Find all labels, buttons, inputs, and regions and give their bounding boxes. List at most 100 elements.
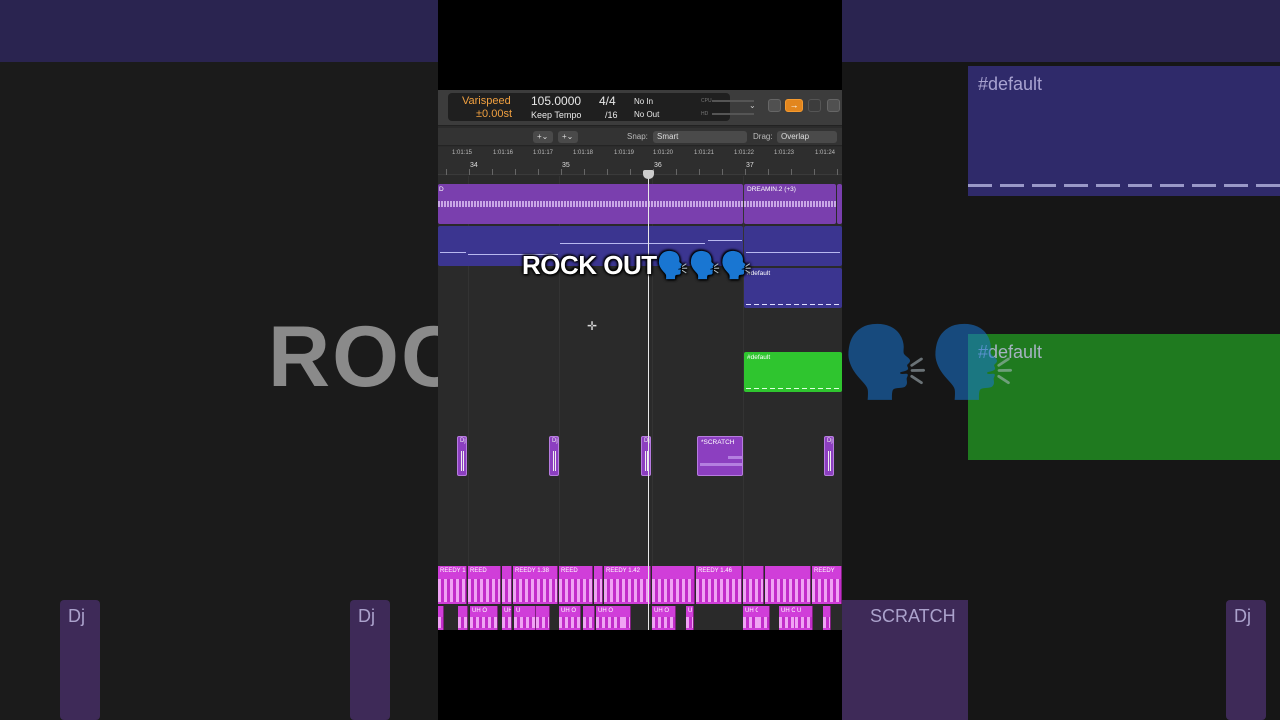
- bg-dj-clip: Dj: [1226, 600, 1266, 720]
- midi-note: [440, 252, 466, 253]
- right-tool-menu[interactable]: +⌄: [558, 131, 578, 143]
- uh-clip[interactable]: UH O: [559, 606, 581, 630]
- snap-select[interactable]: Smart: [653, 131, 747, 143]
- tuner-button[interactable]: →: [785, 99, 803, 112]
- varispeed-label[interactable]: Varispeed: [462, 95, 511, 107]
- tempo-value[interactable]: 105.0000: [531, 95, 581, 107]
- uh-clip[interactable]: [583, 606, 595, 630]
- uh-clip-label: UH O: [504, 608, 512, 614]
- reedy-clip-waveform: [696, 579, 741, 602]
- drag-label: Drag:: [753, 132, 773, 141]
- reedy-clip[interactable]: [652, 566, 695, 604]
- reedy-clip[interactable]: [502, 566, 512, 604]
- playhead-handle[interactable]: [643, 170, 654, 179]
- cpu-label: CPU: [701, 98, 712, 104]
- uh-clip[interactable]: UH O: [470, 606, 490, 630]
- reedy-clip[interactable]: REED: [468, 566, 501, 604]
- audio-region[interactable]: D: [438, 184, 743, 224]
- reedy-clip[interactable]: [743, 566, 764, 604]
- bg-default-dashes: [968, 184, 1280, 187]
- lcd-display[interactable]: Varispeed ±0.00st 105.0000 Keep Tempo 4/…: [448, 93, 754, 121]
- playhead[interactable]: [648, 170, 649, 630]
- uh-clip[interactable]: [438, 606, 444, 630]
- reedy-clip[interactable]: [594, 566, 603, 604]
- uh-clip[interactable]: [458, 606, 468, 630]
- ruler-timecode: 1:01:24: [815, 150, 836, 156]
- dj-clip[interactable]: Dj: [549, 436, 559, 476]
- uh-clip-waveform: [470, 617, 489, 628]
- default-region-dashes: [746, 304, 840, 305]
- bg-top-band: [0, 0, 438, 62]
- audio-region[interactable]: [837, 184, 842, 224]
- pencil-icon[interactable]: [808, 99, 821, 112]
- ruler-bar-number: 35: [562, 162, 570, 169]
- scratch-midi-note: [700, 463, 742, 466]
- uh-clip[interactable]: U: [795, 606, 813, 630]
- midi-out[interactable]: No Out: [634, 109, 659, 121]
- uh-clip[interactable]: U: [686, 606, 694, 630]
- ruler-tick: [745, 169, 746, 175]
- ruler-tick: [814, 169, 815, 175]
- browser-button[interactable]: [827, 99, 840, 112]
- uh-clip-waveform: [795, 617, 812, 628]
- reedy-clip[interactable]: REEDY 1.34: [438, 566, 467, 604]
- ruler-timecode: 1:01:21: [694, 150, 715, 156]
- ruler-tick: [607, 169, 608, 175]
- reedy-clip[interactable]: REEDY: [812, 566, 842, 604]
- reedy-clip[interactable]: [765, 566, 811, 604]
- reedy-clip-waveform: [765, 579, 810, 602]
- ruler-timecode: 1:01:23: [774, 150, 795, 156]
- time-signature[interactable]: 4/4: [599, 95, 616, 107]
- uh-clip[interactable]: U: [514, 606, 536, 630]
- dj-clip[interactable]: Dj: [641, 436, 651, 476]
- reedy-clip-waveform: [652, 579, 694, 602]
- division[interactable]: /16: [605, 109, 618, 121]
- uh-clip-label: UH O: [654, 608, 669, 614]
- uh-clip[interactable]: UH O: [652, 606, 676, 630]
- reedy-clip-label: REEDY 1.38: [515, 568, 549, 574]
- bg-dj-clip: Dj: [350, 600, 390, 720]
- midi-note: [560, 243, 705, 244]
- ruler-timecode: 1:01:20: [653, 150, 674, 156]
- varispeed-value[interactable]: ±0.00st: [476, 108, 512, 120]
- background-right-blur: #default #default 🗣️🗣️ SCRATCH Dj: [842, 0, 1280, 720]
- midi-region[interactable]: [744, 226, 842, 266]
- dj-clip[interactable]: Dj: [457, 436, 467, 476]
- uh-clip-waveform: [823, 617, 830, 628]
- uh-clip[interactable]: UH O: [596, 606, 626, 630]
- audio-region-label: D: [439, 186, 444, 193]
- list-editor-button[interactable]: [768, 99, 781, 112]
- uh-clip-waveform: [596, 617, 625, 628]
- timeline-ruler[interactable]: 1:01:15 1:01:16 1:01:17 1:01:18 1:01:19 1:01:…: [438, 147, 842, 175]
- reedy-clip-waveform: [604, 579, 650, 602]
- dj-clip[interactable]: Dj: [824, 436, 834, 476]
- tracks-area[interactable]: D DREAMIN.2 (+3) #default #default Dj Dj…: [438, 176, 842, 630]
- uh-clip[interactable]: [488, 606, 498, 630]
- uh-clip[interactable]: [823, 606, 831, 630]
- uh-clip[interactable]: [536, 606, 550, 630]
- uh-clip[interactable]: UH O: [502, 606, 512, 630]
- uh-clip[interactable]: [623, 606, 631, 630]
- uh-clip-waveform: [502, 617, 511, 628]
- video-caption: ROCK OUT🗣️🗣️🗣️: [522, 250, 753, 280]
- lcd-menu-chevron-icon[interactable]: ⌄: [749, 101, 756, 110]
- dj-clip-label: Dj: [552, 438, 558, 444]
- tempo-mode[interactable]: Keep Tempo: [531, 109, 581, 121]
- reedy-clip[interactable]: REEDY 1.42: [604, 566, 651, 604]
- hd-meter: [712, 113, 754, 115]
- default-green-region[interactable]: #default: [744, 352, 842, 392]
- reedy-clip[interactable]: REED: [559, 566, 593, 604]
- reedy-clip[interactable]: REEDY 1.46: [696, 566, 742, 604]
- uh-clip[interactable]: [758, 606, 770, 630]
- default-region[interactable]: #default: [744, 268, 842, 308]
- midi-in[interactable]: No In: [634, 96, 653, 108]
- uh-clip-waveform: [536, 617, 549, 628]
- reedy-clip-label: REED: [561, 568, 578, 574]
- scratch-region[interactable]: *SCRATCH: [697, 436, 743, 476]
- dreamin-label: DREAMIN.2 (+3): [747, 186, 796, 193]
- ruler-timecode: 1:01:16: [493, 150, 514, 156]
- drag-select[interactable]: Overlap: [777, 131, 837, 143]
- audio-region-dreamin[interactable]: DREAMIN.2 (+3): [744, 184, 836, 224]
- reedy-clip[interactable]: REEDY 1.38: [513, 566, 558, 604]
- left-tool-menu[interactable]: +⌄: [533, 131, 553, 143]
